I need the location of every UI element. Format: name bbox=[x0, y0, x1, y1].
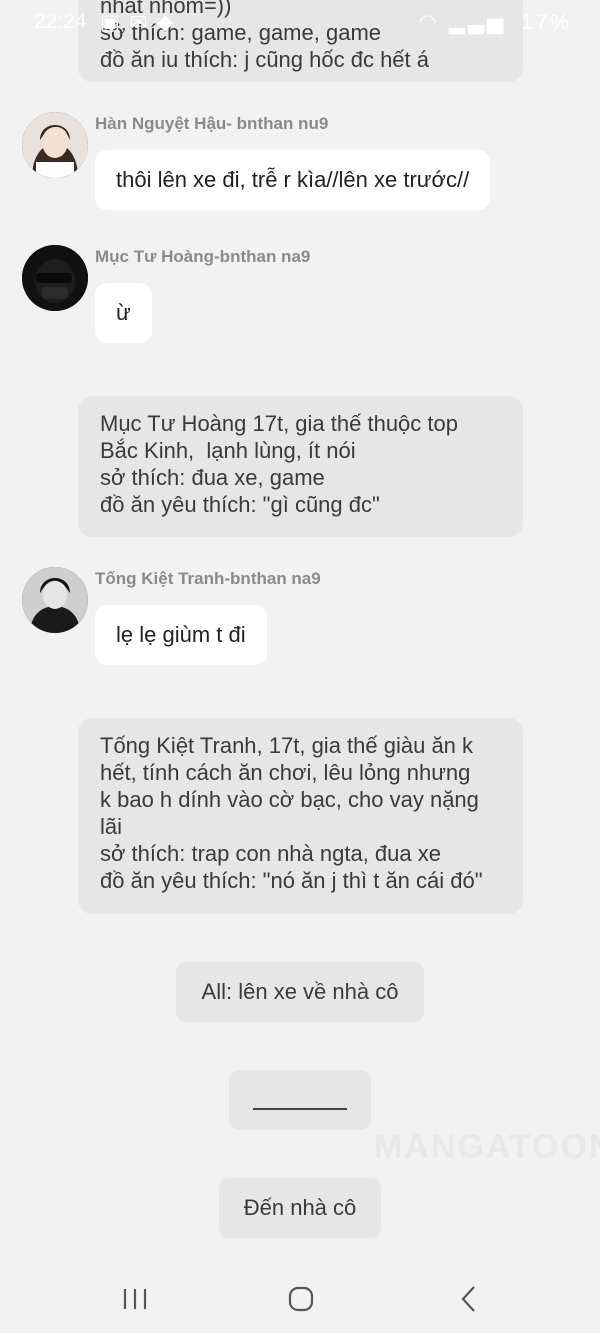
avatar[interactable] bbox=[22, 567, 88, 633]
sender-name: Tống Kiệt Tranh-bnthan na9 bbox=[95, 569, 321, 588]
chat-message: Tống Kiệt Tranh-bnthan na9 lẹ lẹ giùm t … bbox=[20, 567, 580, 667]
sender-name: Mục Tư Hoàng-bnthan na9 bbox=[95, 247, 311, 266]
sender-name: Hàn Nguyệt Hậu- bnthan nu9 bbox=[95, 114, 329, 133]
status-right: ◠ ▂▃▅ 17% bbox=[419, 10, 573, 35]
status-bar: 22:24 ▣ ✉ ◆ ◠ ▂▃▅ 17% bbox=[0, 0, 600, 46]
avatar[interactable] bbox=[22, 112, 88, 178]
message-bubble: ừ bbox=[95, 283, 152, 343]
narration-line: hết, tính cách ăn chơi, lêu lỏng nhưng bbox=[100, 760, 471, 785]
chat-message: Hàn Nguyệt Hậu- bnthan nu9 thôi lên xe đ… bbox=[20, 112, 580, 212]
back-icon[interactable] bbox=[452, 1282, 486, 1316]
notification-icons: ▣ ✉ ◆ bbox=[100, 11, 176, 34]
center-message-arrive: Đến nhà cô bbox=[219, 1178, 381, 1238]
watermark-logo: MANGATOON bbox=[374, 1128, 600, 1166]
narration-line: Mục Tư Hoàng 17t, gia thế thuộc top bbox=[100, 411, 458, 436]
signal-icon: ▂▃▅ bbox=[448, 11, 507, 34]
battery-level: 17% bbox=[520, 11, 572, 34]
avatar[interactable] bbox=[22, 245, 88, 311]
narration-line: lãi bbox=[100, 814, 123, 839]
narration-line: đồ ăn yêu thích: "nó ăn j thì t ăn cái đ… bbox=[100, 868, 483, 893]
center-message-blank bbox=[229, 1070, 371, 1130]
blank-line bbox=[253, 1108, 347, 1110]
narration-line: sở thích: đua xe, game bbox=[100, 465, 325, 490]
narration-line: Tống Kiệt Tranh, 17t, gia thế giàu ăn k bbox=[100, 733, 474, 758]
wifi-icon: ◠ bbox=[418, 11, 440, 34]
message-bubble: thôi lên xe đi, trễ r kìa//lên xe trước/… bbox=[95, 150, 491, 210]
navigation-bar bbox=[0, 1262, 600, 1333]
status-time: 22:24 bbox=[34, 10, 87, 33]
narration-line: k bao h dính vào cờ bạc, cho vay nặng bbox=[100, 787, 479, 812]
narration-line: sở thích: trap con nhà ngta, đua xe bbox=[100, 841, 441, 866]
narration-line: đồ ăn iu thích: j cũng hốc đc hết á bbox=[100, 47, 430, 72]
chat-message: Mục Tư Hoàng-bnthan na9 ừ bbox=[20, 245, 580, 345]
narration-line: đồ ăn yêu thích: "gì cũng đc" bbox=[100, 492, 380, 517]
recents-icon[interactable] bbox=[118, 1282, 152, 1316]
message-bubble: lẹ lẹ giùm t đi bbox=[95, 605, 267, 665]
narration-line: Bắc Kinh, lạnh lùng, ít nói bbox=[100, 438, 356, 463]
narration-card: Mục Tư Hoàng 17t, gia thế thuộc top Bắc … bbox=[78, 396, 523, 537]
center-message-all: All: lên xe về nhà cô bbox=[176, 962, 424, 1022]
home-icon[interactable] bbox=[284, 1282, 318, 1316]
narration-card: Tống Kiệt Tranh, 17t, gia thế giàu ăn k … bbox=[78, 718, 523, 914]
